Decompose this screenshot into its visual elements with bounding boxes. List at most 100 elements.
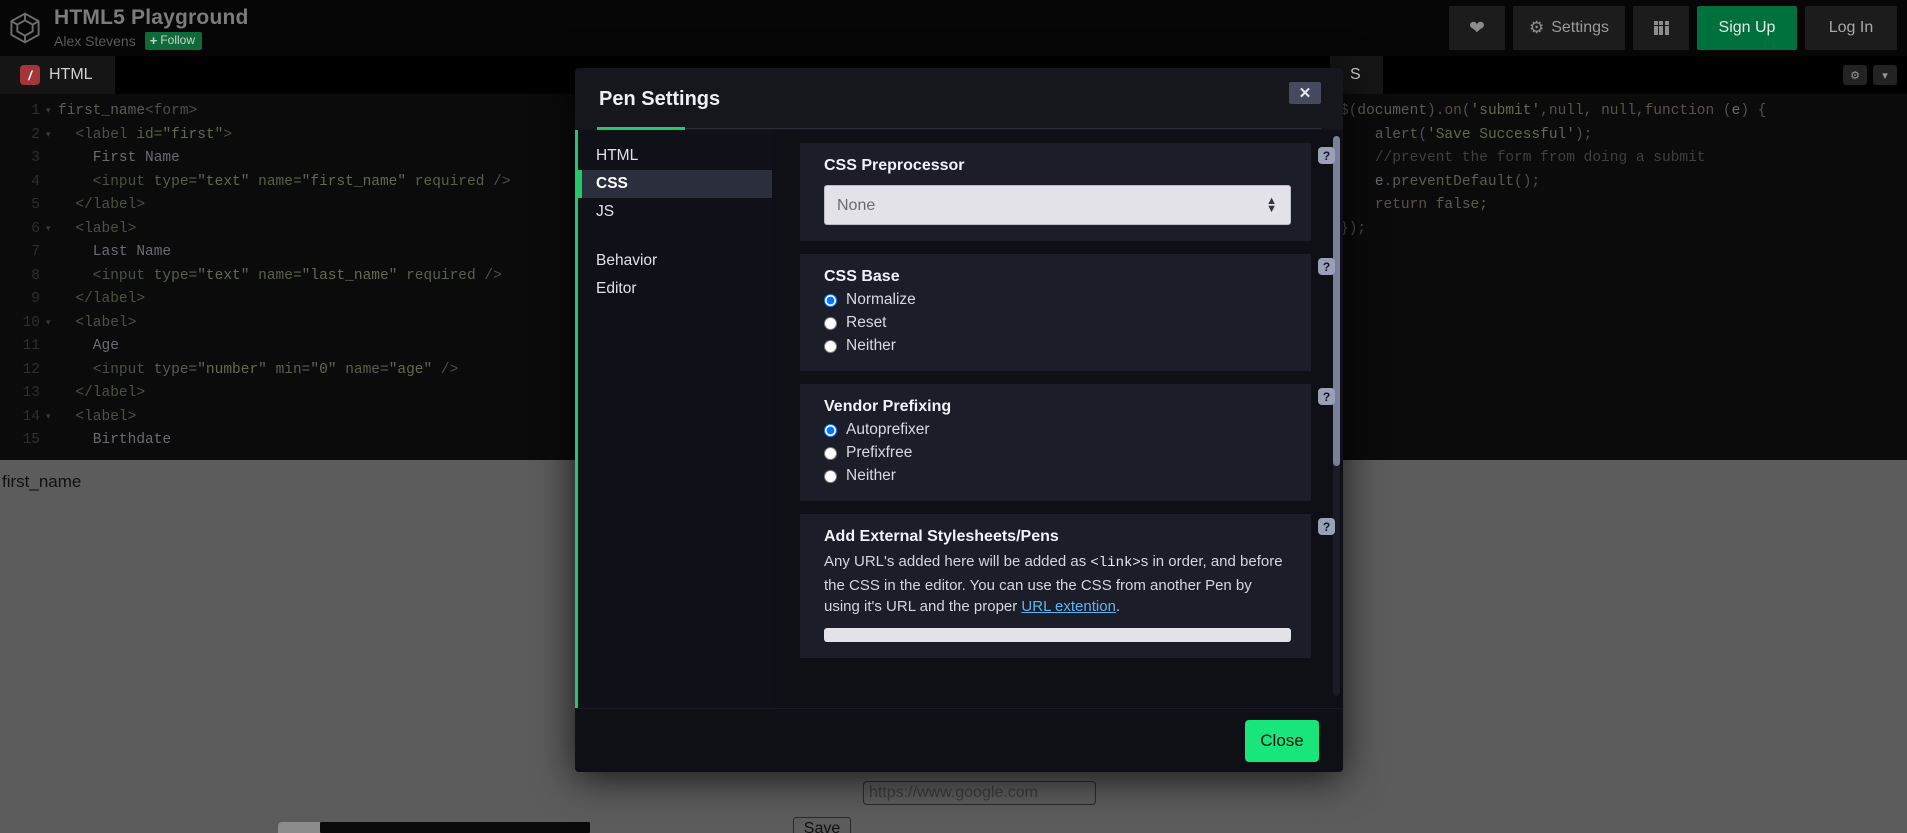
radio-row[interactable]: Neither bbox=[824, 467, 1291, 485]
tab-html[interactable]: / HTML bbox=[0, 56, 115, 94]
radio-label-prefixfree[interactable]: Prefixfree bbox=[846, 444, 912, 462]
preview-tab-stub bbox=[278, 822, 321, 833]
line-number: 5 bbox=[31, 197, 40, 213]
fold-icon bbox=[46, 147, 58, 171]
section-title-preprocessor: CSS Preprocessor bbox=[824, 157, 965, 174]
modal-sidebar: HTML CSS JS Behavior Editor bbox=[575, 130, 772, 708]
js-code-area[interactable]: $(document). on('submit', null, null, funct… bbox=[1330, 94, 1907, 241]
help-icon-css-base[interactable]: ? bbox=[1318, 258, 1335, 275]
help-icon-vendor-prefixing[interactable]: ? bbox=[1318, 388, 1335, 405]
sign-up-button[interactable]: Sign Up bbox=[1697, 6, 1797, 50]
line-number: 11 bbox=[22, 338, 40, 354]
fold-icon bbox=[46, 241, 58, 265]
radio-label-autoprefixer[interactable]: Autoprefixer bbox=[846, 421, 930, 439]
follow-label: Follow bbox=[160, 33, 195, 47]
url-input[interactable] bbox=[863, 781, 1096, 805]
html-badge-icon: / bbox=[20, 65, 40, 85]
modal-nav-item-html[interactable]: HTML bbox=[578, 142, 772, 170]
js-editor-tabbar: S ⚙ ▾ bbox=[1330, 56, 1907, 94]
preprocessor-select-wrap: NoneLessSCSSSassStylusPostCSS ▲▼ bbox=[824, 185, 1291, 225]
chevron-down-icon[interactable]: ▾ bbox=[1873, 65, 1897, 85]
radio-label-normalize[interactable]: Normalize bbox=[846, 291, 916, 309]
settings-label: Settings bbox=[1551, 19, 1609, 36]
radio-row[interactable]: Reset bbox=[824, 314, 1291, 332]
preview-bottom-strip bbox=[320, 822, 590, 833]
top-bar-actions: ❤ ⚙ Settings Sign Up Log In bbox=[1448, 0, 1907, 56]
modal-nav-item-editor[interactable]: Editor bbox=[578, 275, 772, 303]
radio-normalize[interactable] bbox=[824, 293, 837, 307]
code-line: return false; bbox=[1374, 197, 1488, 213]
save-button[interactable]: Save bbox=[793, 817, 851, 833]
url-extention-link[interactable]: URL extention bbox=[1021, 598, 1116, 615]
preview-label: first_name bbox=[2, 472, 82, 491]
modal-footer: Close bbox=[575, 708, 1343, 772]
like-button[interactable]: ❤ bbox=[1448, 6, 1505, 50]
modal-header-divider bbox=[597, 128, 1321, 129]
radio-label-reset[interactable]: Reset bbox=[846, 314, 887, 332]
modal-scrollbar-thumb[interactable] bbox=[1333, 136, 1340, 466]
help-icon-external[interactable]: ? bbox=[1318, 518, 1335, 535]
modal-nav-item-behavior[interactable]: Behavior bbox=[578, 247, 772, 275]
brand-subline: Alex Stevens + Follow bbox=[54, 32, 249, 50]
fold-icon bbox=[46, 335, 58, 359]
external-url-input[interactable] bbox=[824, 627, 1291, 642]
fold-icon bbox=[46, 359, 58, 383]
js-editor-pane: S ⚙ ▾ $(document). on('submit', null, null… bbox=[1330, 56, 1907, 460]
apps-button[interactable] bbox=[1633, 6, 1689, 50]
radio-neither[interactable] bbox=[824, 469, 837, 483]
radio-row[interactable]: Prefixfree bbox=[824, 444, 1291, 462]
radio-label-neither[interactable]: Neither bbox=[846, 337, 896, 355]
radio-label-neither[interactable]: Neither bbox=[846, 467, 896, 485]
link-code: <link> bbox=[1090, 555, 1141, 571]
nav-gap bbox=[578, 226, 772, 247]
brand-logo-icon bbox=[10, 12, 40, 44]
section-title-css-base: CSS Base bbox=[824, 268, 900, 285]
log-in-button[interactable]: Log In bbox=[1805, 6, 1897, 50]
fold-icon[interactable]: ▾ bbox=[46, 124, 58, 148]
fold-icon[interactable]: ▾ bbox=[46, 406, 58, 430]
fold-icon[interactable]: ▾ bbox=[46, 100, 58, 124]
close-icon[interactable]: ✕ bbox=[1289, 82, 1321, 104]
css-preprocessor-select[interactable]: NoneLessSCSSSassStylusPostCSS bbox=[824, 185, 1291, 225]
follow-button[interactable]: + Follow bbox=[144, 32, 202, 50]
gear-icon[interactable]: ⚙ bbox=[1843, 65, 1867, 85]
code-line: $(document). on('submit', null, null, funct… bbox=[1340, 103, 1767, 119]
radio-reset[interactable] bbox=[824, 316, 837, 330]
close-button[interactable]: Close bbox=[1245, 719, 1319, 762]
code-line: //prevent the form from doing a submit bbox=[1374, 150, 1706, 166]
fold-icon bbox=[46, 194, 58, 218]
radio-autoprefixer[interactable] bbox=[824, 423, 837, 437]
line-number: 10 bbox=[22, 314, 40, 331]
line-number: 2 bbox=[31, 126, 40, 143]
js-editor-tools: ⚙ ▾ bbox=[1843, 56, 1907, 94]
modal-body: HTML CSS JS Behavior Editor ? CSS Preprocess… bbox=[575, 130, 1343, 708]
radio-prefixfree[interactable] bbox=[824, 446, 837, 460]
line-number: 4 bbox=[31, 173, 40, 190]
fold-icon bbox=[46, 429, 58, 453]
fold-icon bbox=[46, 288, 58, 312]
radio-neither[interactable] bbox=[824, 339, 837, 353]
section-external-stylesheets: ? Add External Stylesheets/Pens Any URL'… bbox=[800, 514, 1335, 658]
modal-nav-item-js[interactable]: JS bbox=[578, 198, 772, 226]
radio-row[interactable]: Normalize bbox=[824, 291, 1291, 309]
radio-row[interactable]: Neither bbox=[824, 337, 1291, 355]
gear-icon: ⚙ bbox=[1528, 18, 1545, 37]
section-title-external: Add External Stylesheets/Pens bbox=[824, 528, 1059, 545]
top-bar: HTML5 Playground Alex Stevens + Follow ❤… bbox=[0, 0, 1907, 56]
help-icon-preprocessor[interactable]: ? bbox=[1318, 147, 1335, 164]
js-tabbar-spacer bbox=[1382, 56, 1843, 94]
external-body-1: Any URL's added here will be added as bbox=[824, 553, 1091, 570]
modal-nav-item-css[interactable]: CSS bbox=[578, 170, 772, 198]
modal-title: Pen Settings bbox=[599, 87, 721, 110]
external-description: Any URL's added here will be added as <l… bbox=[824, 551, 1291, 618]
line-number: 13 bbox=[22, 385, 40, 401]
code-line: }); bbox=[1340, 220, 1367, 237]
tab-html-label: HTML bbox=[49, 66, 93, 83]
modal-header: Pen Settings ✕ bbox=[575, 68, 1343, 130]
tab-js-label: S bbox=[1350, 66, 1361, 83]
radio-row[interactable]: Autoprefixer bbox=[824, 421, 1291, 439]
app-root: HTML5 Playground Alex Stevens + Follow ❤… bbox=[0, 0, 1907, 833]
fold-icon[interactable]: ▾ bbox=[46, 218, 58, 242]
fold-icon[interactable]: ▾ bbox=[46, 312, 58, 336]
settings-button[interactable]: ⚙ Settings bbox=[1512, 6, 1625, 50]
